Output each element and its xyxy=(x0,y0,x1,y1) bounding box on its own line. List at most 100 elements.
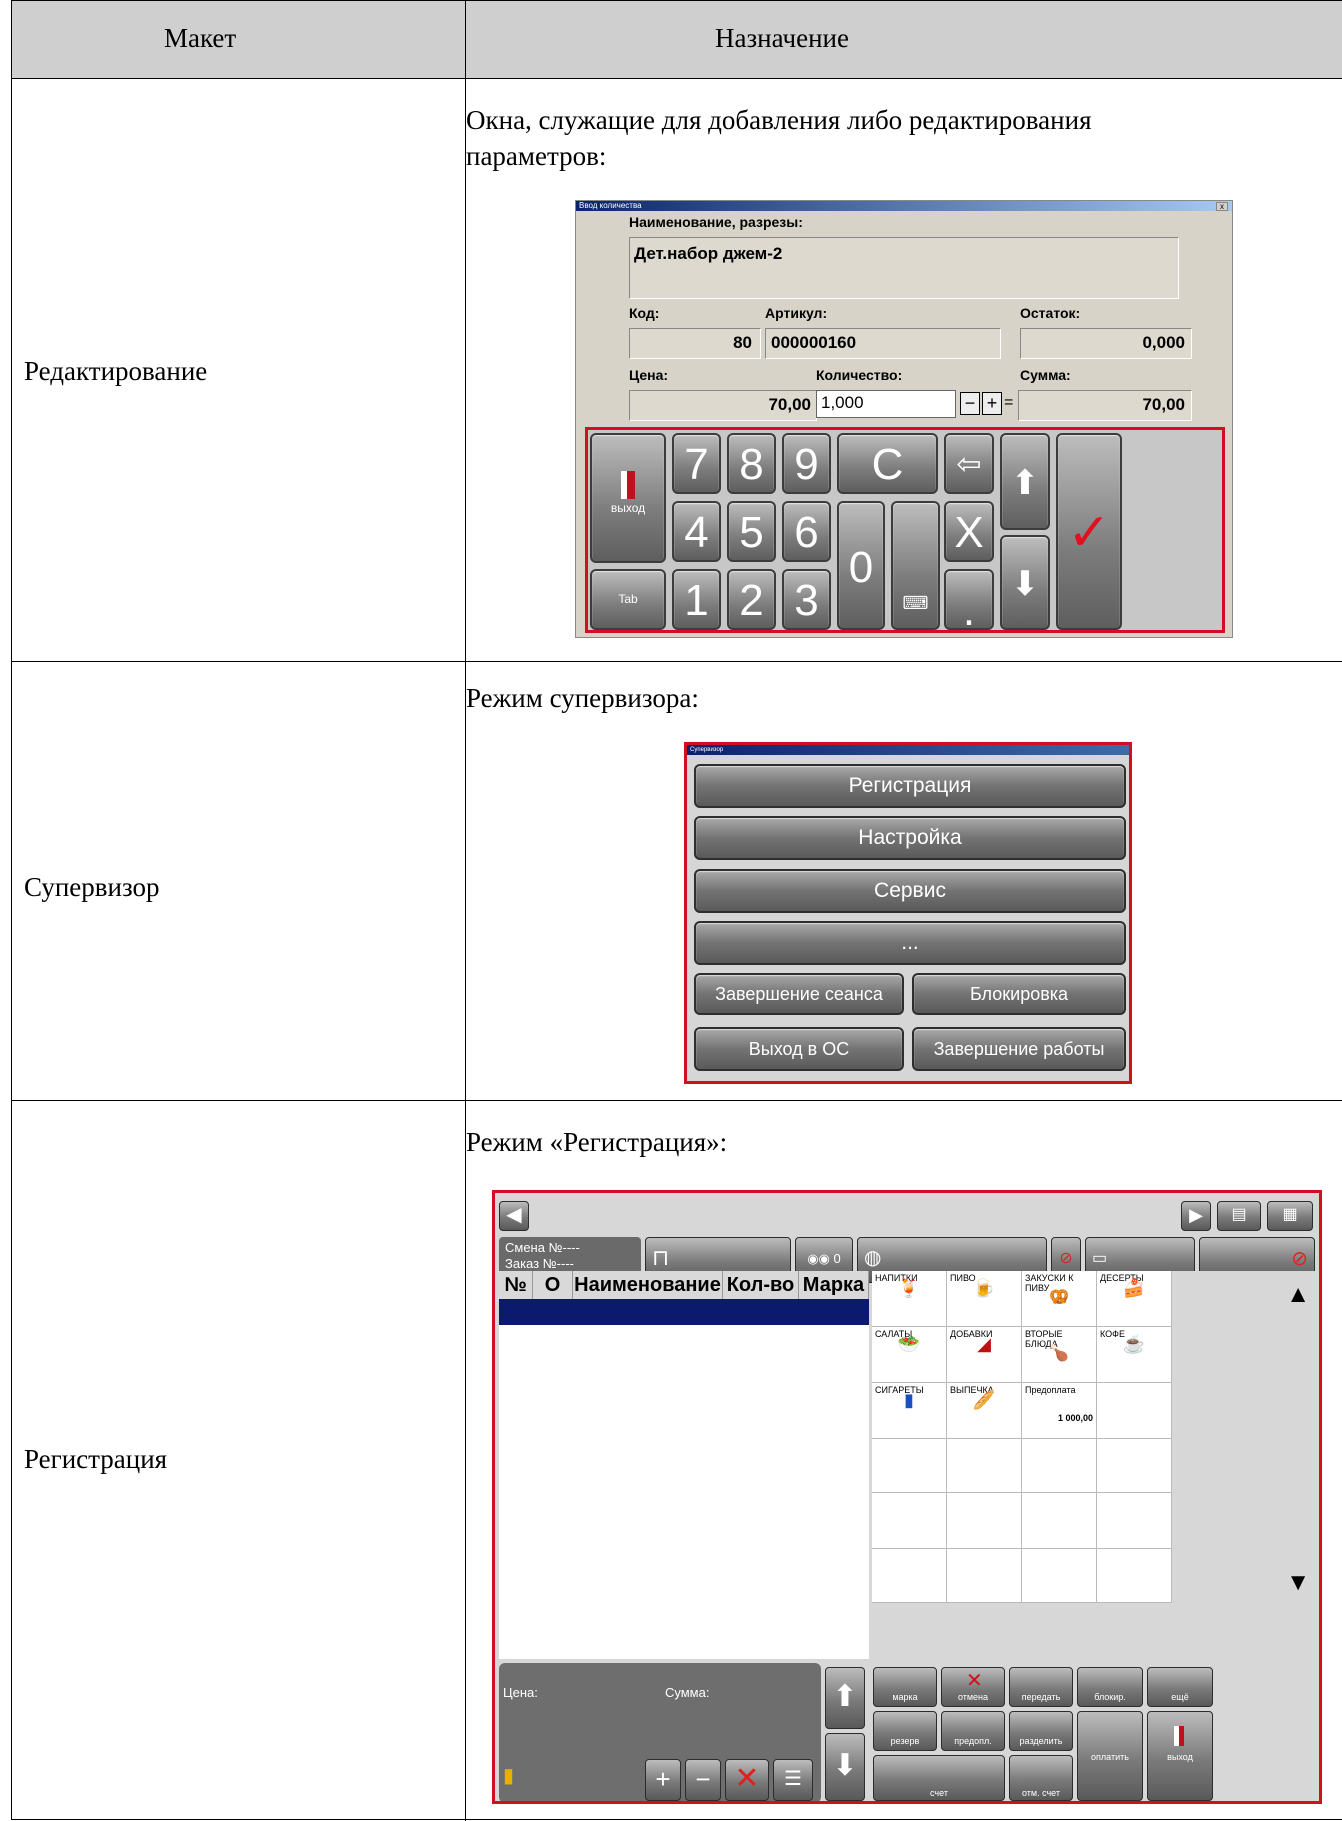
key-6[interactable]: 6 xyxy=(782,501,831,562)
empty-tile[interactable] xyxy=(1022,1549,1097,1603)
category-tile[interactable]: ПИВО 🍺 xyxy=(947,1271,1022,1327)
delete-icon[interactable]: ✕ xyxy=(725,1759,769,1801)
tile-scrollbar[interactable]: ▲ ▼ xyxy=(1172,1271,1316,1603)
exit-button[interactable]: выход xyxy=(1147,1711,1213,1801)
guests-count: 0 xyxy=(833,1251,841,1266)
article-label: Артикул: xyxy=(765,305,828,321)
empty-tile[interactable] xyxy=(947,1439,1022,1493)
arrow-down-icon[interactable]: ⬇ xyxy=(825,1733,865,1801)
category-tile[interactable]: ВЫПЕЧКА 🥖 xyxy=(947,1383,1022,1439)
prepay-button[interactable]: предопл. xyxy=(941,1711,1005,1751)
supervisor-titlebar: Супервизор xyxy=(687,745,1129,755)
cancel-bill-button[interactable]: отм. счет xyxy=(1009,1755,1073,1801)
row-label-editing: Редактирование xyxy=(24,356,208,386)
key-7[interactable]: 7 xyxy=(672,433,721,494)
price-label: Цена: xyxy=(629,367,669,383)
service-button[interactable]: Сервис xyxy=(694,869,1126,913)
row-desc-registration: Режим «Регистрация»: xyxy=(466,1127,728,1157)
key-8[interactable]: 8 xyxy=(727,433,776,494)
empty-tile[interactable] xyxy=(1097,1549,1172,1603)
cancel-button[interactable]: ✕ отмена xyxy=(941,1667,1005,1707)
empty-tile[interactable] xyxy=(1097,1383,1172,1439)
category-tile[interactable]: САЛАТЫ 🥗 xyxy=(872,1327,947,1383)
key-9[interactable]: 9 xyxy=(782,433,831,494)
exit-button[interactable]: выход xyxy=(590,433,666,563)
arrow-up-icon[interactable]: ⬆ xyxy=(1000,433,1050,530)
arrow-up-icon[interactable]: ⬆ xyxy=(825,1667,865,1729)
back-arrow-icon[interactable]: ◀ xyxy=(499,1201,529,1231)
qty-input[interactable]: 1,000 xyxy=(816,390,956,418)
category-tile[interactable]: ВТОРЫЕ БЛЮДА 🍗 xyxy=(1022,1327,1097,1383)
empty-tile[interactable] xyxy=(1097,1493,1172,1549)
forward-arrow-icon[interactable]: ▶ xyxy=(1181,1201,1211,1231)
key-5[interactable]: 5 xyxy=(727,501,776,562)
article-field: 000000160 xyxy=(765,328,1001,359)
qty-minus-button[interactable]: − xyxy=(960,392,980,415)
category-tile[interactable]: ЗАКУСКИ К ПИВУ 🥨 xyxy=(1022,1271,1097,1327)
settings-button[interactable]: Настройка xyxy=(694,816,1126,860)
pay-button[interactable]: оплатить xyxy=(1077,1711,1143,1801)
selected-row[interactable] xyxy=(499,1299,869,1325)
row-divider xyxy=(12,1100,1342,1101)
registration-button[interactable]: Регистрация xyxy=(694,764,1126,808)
lock-button[interactable]: Блокировка xyxy=(912,973,1126,1015)
empty-tile[interactable] xyxy=(872,1439,947,1493)
more-button[interactable]: ещё xyxy=(1147,1667,1213,1707)
more-button[interactable]: ... xyxy=(694,921,1126,965)
scroll-down-icon[interactable]: ▼ xyxy=(1286,1569,1310,1597)
minus-icon[interactable]: − xyxy=(685,1759,721,1801)
key-4[interactable]: 4 xyxy=(672,501,721,562)
close-button[interactable]: x xyxy=(1216,202,1228,211)
new-document-icon[interactable]: ▤ xyxy=(1217,1201,1261,1231)
category-tile[interactable]: ДЕСЕРТЫ 🍰 xyxy=(1097,1271,1172,1327)
column-header: Кол-во xyxy=(723,1271,799,1299)
empty-tile[interactable] xyxy=(947,1549,1022,1603)
list-icon[interactable]: ☰ xyxy=(773,1759,813,1801)
column-header: Наименование xyxy=(573,1271,723,1299)
tile-label: СИГАРЕТЫ xyxy=(875,1385,924,1395)
empty-tile[interactable] xyxy=(947,1493,1022,1549)
mark-button[interactable]: марка xyxy=(873,1667,937,1707)
key-2[interactable]: 2 xyxy=(727,569,776,630)
scroll-up-icon[interactable]: ▲ xyxy=(1286,1281,1310,1309)
button-label: выход xyxy=(1167,1752,1193,1762)
keyboard-icon[interactable]: ⌨ xyxy=(891,501,940,630)
cancel-x-icon: ✕ xyxy=(966,1670,983,1692)
transfer-button[interactable]: передать xyxy=(1009,1667,1073,1707)
empty-tile[interactable] xyxy=(872,1549,947,1603)
plus-icon[interactable]: + xyxy=(645,1759,681,1801)
button-label: блокир. xyxy=(1094,1692,1126,1702)
split-button[interactable]: разделить xyxy=(1009,1711,1073,1751)
category-tile[interactable]: СИГАРЕТЫ ▮ xyxy=(872,1383,947,1439)
backspace-icon[interactable]: ⇦ xyxy=(944,433,994,494)
empty-tile[interactable] xyxy=(1022,1493,1097,1549)
key-0[interactable]: 0 xyxy=(837,501,885,630)
category-tile[interactable]: КОФЕ ☕ xyxy=(1097,1327,1172,1383)
empty-tile[interactable] xyxy=(872,1493,947,1549)
calculator-icon[interactable]: ▦ xyxy=(1267,1201,1313,1231)
price-field: 70,00 xyxy=(629,390,817,421)
category-tile[interactable]: ДОБАВКИ ◢ xyxy=(947,1327,1022,1383)
key-clear[interactable]: C xyxy=(837,433,938,494)
block-button[interactable]: блокир. xyxy=(1077,1667,1143,1707)
header-col-layout: Макет xyxy=(164,23,237,53)
key-x[interactable]: X xyxy=(944,501,994,562)
arrow-down-icon[interactable]: ⬇ xyxy=(1000,535,1050,630)
empty-tile[interactable] xyxy=(1097,1439,1172,1493)
key-3[interactable]: 3 xyxy=(782,569,831,630)
qty-plus-button[interactable]: + xyxy=(982,392,1002,415)
exit-to-os-button[interactable]: Выход в ОС xyxy=(694,1027,904,1071)
confirm-check-icon[interactable]: ✓ xyxy=(1056,433,1122,630)
order-list[interactable] xyxy=(499,1325,869,1659)
shutdown-button[interactable]: Завершение работы xyxy=(912,1027,1126,1071)
end-session-button[interactable]: Завершение сеанса xyxy=(694,973,904,1015)
empty-tile[interactable] xyxy=(1022,1439,1097,1493)
key-dot[interactable]: . xyxy=(944,569,994,635)
bill-button[interactable]: счет xyxy=(873,1755,1005,1801)
key-1[interactable]: 1 xyxy=(672,569,721,630)
tab-button[interactable]: Tab xyxy=(590,569,666,630)
category-tile[interactable]: НАПИТКИ 🍹 xyxy=(872,1271,947,1327)
reserve-button[interactable]: резерв xyxy=(873,1711,937,1751)
guests-icon: ◉◉ xyxy=(807,1251,834,1266)
prepayment-tile[interactable]: Предоплата 1 000,00 xyxy=(1022,1383,1097,1439)
